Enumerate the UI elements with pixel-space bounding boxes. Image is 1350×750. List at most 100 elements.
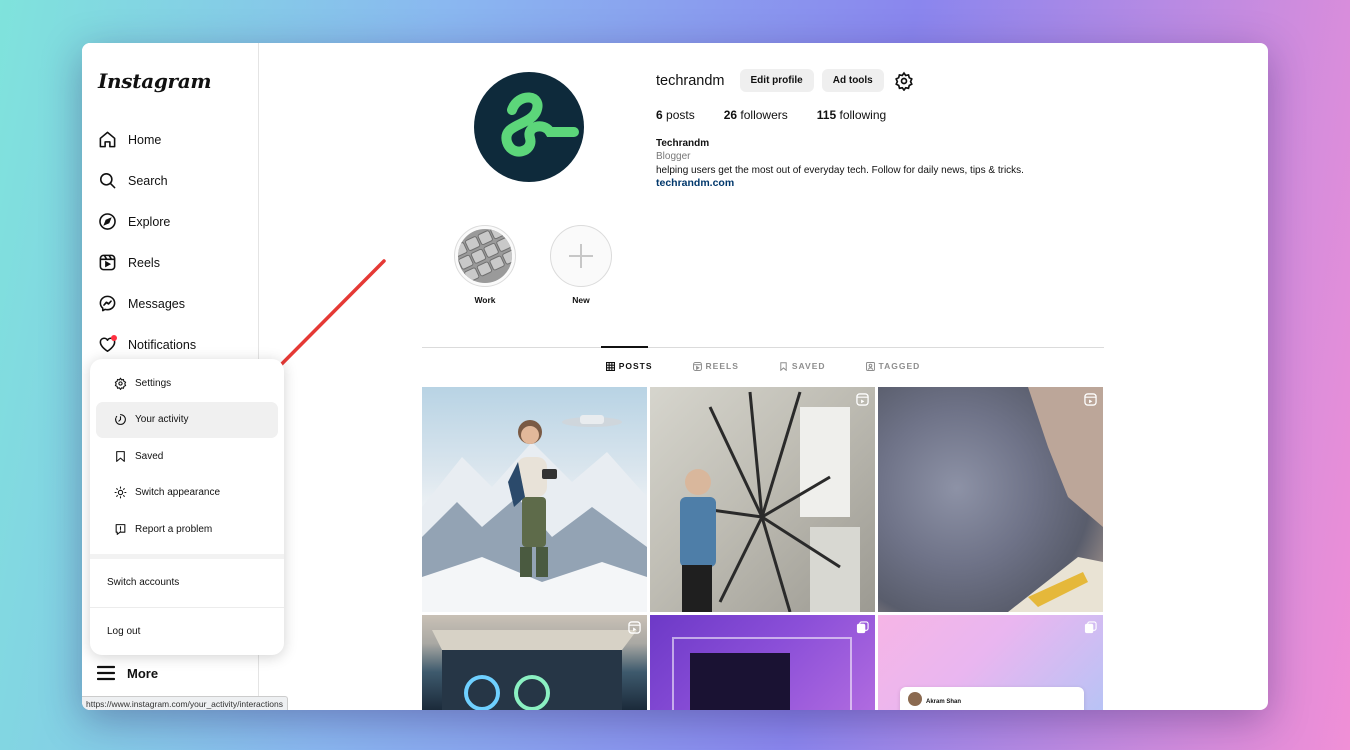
sidebar-item-label: Messages — [128, 296, 185, 311]
followers-label: followers — [740, 108, 788, 122]
sidebar-nav: Home Search Explore Reels Messages Notif… — [82, 119, 259, 365]
posts-grid: Akram Shan — [422, 387, 1104, 710]
carousel-badge-icon — [856, 621, 869, 634]
tabs-divider — [422, 347, 1104, 348]
reels-icon — [692, 361, 702, 371]
compass-icon — [97, 212, 117, 232]
reels-icon — [97, 253, 117, 273]
browser-window: Instagram Home Search Explore Reels Mess… — [82, 43, 1268, 710]
post-thumbnail[interactable]: Akram Shan — [878, 615, 1103, 710]
profile-username: techrandm — [656, 72, 725, 89]
messenger-icon — [97, 294, 117, 314]
techrandm-logo-icon — [501, 92, 579, 157]
sidebar-item-label: Search — [128, 173, 168, 188]
reel-badge-icon — [628, 621, 641, 634]
bookmark-icon — [779, 361, 788, 371]
sidebar-item-search[interactable]: Search — [82, 160, 259, 201]
profile-bio-text: helping users get the most out of everyd… — [656, 164, 1024, 176]
post-thumbnail[interactable] — [422, 615, 647, 710]
tweet-author-name: Akram Shan — [926, 699, 962, 705]
highlight-new-circle — [550, 225, 612, 287]
pc-case-image — [432, 630, 637, 710]
reel-badge-icon — [856, 393, 869, 406]
sidebar-item-messages[interactable]: Messages — [82, 283, 259, 324]
tab-posts[interactable]: POSTS — [605, 361, 653, 371]
settings-gear-icon[interactable] — [894, 71, 914, 91]
status-bar-url: https://www.instagram.com/your_activity/… — [82, 696, 288, 710]
menu-item-your-activity[interactable]: Your activity — [96, 401, 278, 438]
sidebar-item-label: Notifications — [128, 337, 197, 352]
highlight-cover — [454, 225, 516, 287]
spinning-pole-image — [680, 391, 860, 612]
grid-icon — [605, 361, 615, 371]
hamburger-icon — [97, 665, 115, 681]
tab-label: SAVED — [791, 361, 826, 371]
post-thumbnail[interactable] — [878, 387, 1103, 612]
sun-icon — [113, 486, 127, 500]
post-thumbnail[interactable] — [650, 615, 875, 710]
tab-tagged[interactable]: TAGGED — [865, 361, 921, 371]
followers-count: 26 — [723, 108, 738, 122]
menu-item-switch-appearance[interactable]: Switch appearance — [96, 475, 278, 512]
followers-stat[interactable]: 26 followers — [724, 108, 788, 122]
search-icon — [97, 171, 117, 191]
sidebar-item-label: Reels — [128, 255, 160, 270]
edit-profile-button[interactable]: Edit profile — [739, 69, 814, 92]
highlight-work[interactable]: Work — [454, 225, 516, 305]
sidebar-item-explore[interactable]: Explore — [82, 201, 259, 242]
profile-username-row: techrandm Edit profile Ad tools — [656, 69, 914, 92]
mountain-boy-drone-image — [422, 415, 647, 612]
tab-reels[interactable]: REELS — [692, 361, 739, 371]
sidebar-item-label: More — [127, 665, 159, 681]
tab-label: POSTS — [618, 361, 653, 371]
post-thumbnail[interactable] — [422, 387, 647, 612]
sidebar-item-more[interactable]: More — [97, 665, 158, 681]
post-thumbnail[interactable] — [650, 387, 875, 612]
menu-item-report-problem[interactable]: Report a problem — [96, 511, 278, 548]
tab-label: REELS — [705, 361, 739, 371]
tab-label: TAGGED — [878, 361, 921, 371]
sidebar-item-reels[interactable]: Reels — [82, 242, 259, 283]
fabric-texture-image — [1008, 387, 1103, 612]
sidebar-item-label: Home — [128, 132, 162, 147]
following-stat[interactable]: 115 following — [817, 108, 886, 122]
menu-section: Settings Your activity Saved Switch appe… — [90, 359, 284, 548]
carousel-badge-icon — [1084, 621, 1097, 634]
profile-bio: Techrandm Blogger helping users get the … — [656, 137, 1024, 191]
tab-saved[interactable]: SAVED — [779, 361, 826, 371]
activity-icon — [113, 413, 127, 427]
profile-website-link[interactable]: techrandm.com — [656, 177, 1024, 190]
reel-badge-icon — [1084, 393, 1097, 406]
profile-tabs: POSTS REELS SAVED TAGGED — [422, 361, 1104, 371]
menu-item-log-out[interactable]: Log out — [90, 606, 284, 655]
keyboard-thumbnail-icon — [458, 229, 512, 283]
tweet-avatar — [908, 692, 922, 706]
home-icon — [97, 130, 117, 150]
posts-label: posts — [666, 108, 695, 122]
highlight-label: Work — [474, 295, 496, 305]
menu-item-label: Switch appearance — [135, 487, 221, 499]
menu-item-saved[interactable]: Saved — [96, 438, 278, 475]
sidebar-item-home[interactable]: Home — [82, 119, 259, 160]
menu-item-label: Saved — [135, 450, 164, 462]
menu-item-switch-accounts[interactable]: Switch accounts — [90, 559, 284, 607]
product-screen-graphic — [690, 653, 790, 710]
report-icon — [113, 522, 127, 536]
menu-item-settings[interactable]: Settings — [96, 365, 278, 402]
notification-dot — [111, 334, 117, 341]
menu-item-label: Report a problem — [135, 523, 213, 535]
active-tab-indicator — [601, 346, 648, 348]
plus-icon — [569, 244, 593, 268]
posts-count: 6 — [656, 108, 663, 122]
heart-icon — [97, 334, 117, 355]
instagram-logo[interactable]: Instagram — [98, 69, 212, 93]
profile-category: Blogger — [656, 151, 691, 163]
menu-item-label: Settings — [135, 377, 172, 389]
ad-tools-button[interactable]: Ad tools — [821, 69, 884, 92]
highlight-new[interactable]: New — [550, 225, 612, 305]
profile-stats: 6 posts 26 followers 115 following — [656, 108, 915, 122]
posts-stat: 6 posts — [656, 108, 695, 122]
profile-avatar[interactable] — [474, 72, 584, 182]
gear-icon — [113, 376, 127, 390]
profile-display-name: Techrandm — [656, 138, 710, 149]
